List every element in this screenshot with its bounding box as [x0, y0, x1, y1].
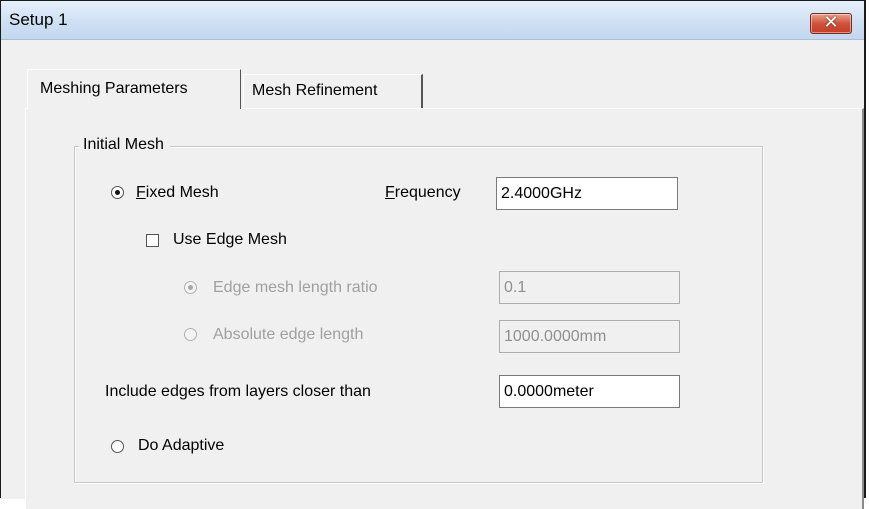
absolute-edge-label: Absolute edge length: [213, 326, 364, 343]
use-edge-mesh-label[interactable]: Use Edge Mesh: [173, 231, 287, 249]
dialog-window: Setup 1 ✕ Meshing Parameters Mesh Refine…: [0, 0, 866, 509]
frequency-input[interactable]: 2.4000GHz: [496, 177, 678, 210]
tab-label: Meshing Parameters: [40, 80, 188, 97]
do-adaptive-label[interactable]: Do Adaptive: [138, 437, 224, 455]
close-button[interactable]: ✕: [810, 12, 852, 34]
frequency-label: Frequency: [385, 184, 461, 201]
fixed-mesh-label[interactable]: Fixed Mesh: [136, 184, 219, 202]
absolute-edge-radio[interactable]: [184, 328, 197, 341]
fixed-mesh-radio[interactable]: [111, 186, 124, 199]
edge-ratio-input[interactable]: 0.1: [499, 271, 680, 304]
tab-meshing-parameters[interactable]: Meshing Parameters: [27, 69, 241, 109]
tab-label: Mesh Refinement: [252, 82, 378, 99]
absolute-edge-input[interactable]: 1000.0000mm: [499, 320, 680, 353]
do-adaptive-radio[interactable]: [111, 440, 124, 453]
edge-ratio-radio[interactable]: [184, 281, 197, 294]
use-edge-mesh-checkbox[interactable]: [146, 234, 159, 247]
include-edges-label: Include edges from layers closer than: [105, 383, 371, 400]
group-legend: Initial Mesh: [79, 136, 170, 154]
title-bar[interactable]: Setup 1 ✕: [1, 1, 864, 40]
window-title: Setup 1: [9, 10, 68, 29]
edge-ratio-label: Edge mesh length ratio: [213, 279, 378, 296]
include-edges-input[interactable]: 0.0000meter: [499, 375, 680, 408]
close-icon: ✕: [823, 12, 839, 32]
tab-mesh-refinement[interactable]: Mesh Refinement: [243, 74, 423, 108]
